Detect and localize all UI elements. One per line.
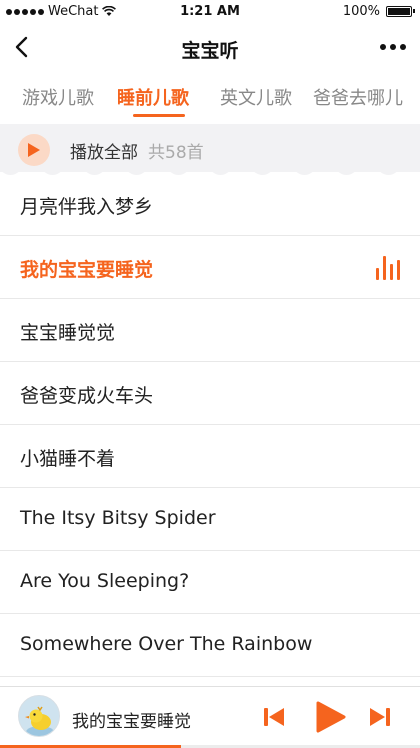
song-row[interactable]: 小猫睡不着	[0, 425, 420, 488]
play-icon	[28, 143, 40, 157]
tab-bedtime-songs[interactable]: 睡前儿歌	[117, 84, 189, 110]
previous-track-icon[interactable]	[256, 699, 292, 735]
song-row[interactable]: The Itsy Bitsy Spider	[0, 488, 420, 551]
song-row-playing[interactable]: 我的宝宝要睡觉	[0, 236, 420, 299]
tab-game-songs[interactable]: 游戏儿歌	[22, 84, 94, 110]
tab-where-are-we-going-dad[interactable]: 爸爸去哪儿	[313, 84, 403, 110]
duckling-illustration	[19, 696, 59, 736]
play-all-bar[interactable]: 播放全部 共58首	[0, 124, 420, 172]
song-title: 宝宝睡觉觉	[20, 322, 116, 344]
song-title: 月亮伴我入梦乡	[20, 196, 154, 218]
song-title: 小猫睡不着	[20, 448, 116, 470]
play-all-button[interactable]	[18, 134, 50, 166]
page-title: 宝宝听	[181, 40, 239, 62]
song-row[interactable]: Are You Sleeping?	[0, 551, 420, 614]
play-all-label: 播放全部	[70, 143, 138, 163]
album-cover[interactable]	[18, 695, 60, 737]
next-track-icon[interactable]	[362, 699, 398, 735]
category-tabs: 游戏儿歌 睡前儿歌 英文儿歌 爸爸去哪儿	[0, 72, 420, 120]
song-title: 我的宝宝要睡觉	[20, 259, 154, 281]
active-tab-indicator	[133, 114, 185, 117]
status-bar: WeChat 1:21 AM 100%	[0, 0, 420, 24]
song-title: Somewhere Over The Rainbow	[20, 633, 313, 655]
battery-icon	[386, 6, 415, 17]
song-title: The Itsy Bitsy Spider	[20, 507, 216, 529]
current-song-title: 我的宝宝要睡觉	[72, 712, 191, 732]
equalizer-icon	[376, 256, 400, 280]
song-count: 共58首	[148, 143, 204, 163]
song-list: 月亮伴我入梦乡 我的宝宝要睡觉 宝宝睡觉觉 爸爸变成火车头 小猫睡不着 The …	[0, 173, 420, 677]
battery-percent: 100%	[342, 4, 380, 19]
song-row[interactable]: 宝宝睡觉觉	[0, 299, 420, 362]
nav-bar: 宝宝听	[0, 24, 420, 70]
song-row[interactable]: 爸爸变成火车头	[0, 362, 420, 425]
mini-player: 我的宝宝要睡觉	[0, 686, 420, 748]
more-dots-icon[interactable]	[380, 44, 406, 50]
song-row[interactable]: Somewhere Over The Rainbow	[0, 614, 420, 677]
battery-group: 100%	[342, 4, 415, 19]
song-title: 爸爸变成火车头	[20, 385, 154, 407]
play-pause-button[interactable]	[310, 697, 350, 737]
song-title: Are You Sleeping?	[20, 570, 190, 592]
song-row[interactable]: 月亮伴我入梦乡	[0, 173, 420, 236]
tab-english-songs[interactable]: 英文儿歌	[220, 84, 292, 110]
